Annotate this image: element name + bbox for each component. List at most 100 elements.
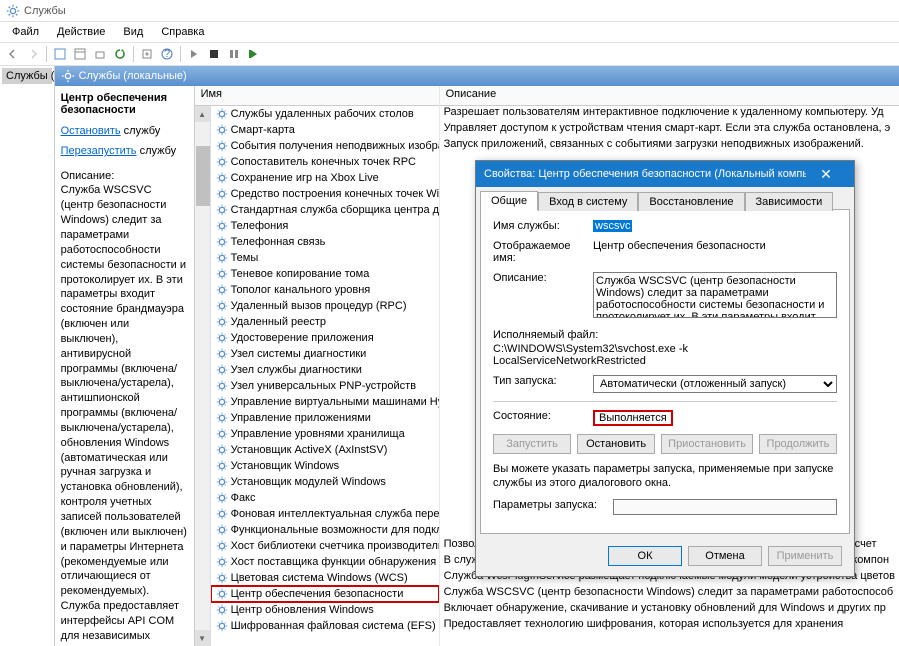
service-name: Хост поставщика функции обнаружения — [231, 556, 437, 568]
service-row[interactable]: Шифрованная файловая система (EFS) — [211, 618, 439, 634]
apply-button: Применить — [768, 546, 842, 566]
service-row[interactable]: Тополог канального уровня — [211, 282, 439, 298]
restart-button[interactable] — [245, 45, 263, 63]
cancel-button[interactable]: Отмена — [688, 546, 762, 566]
desc-column-header[interactable]: Описание — [440, 86, 899, 106]
service-name: События получения неподвижных изображен.… — [231, 140, 439, 152]
service-row[interactable]: Сопоставитель конечных точек RPC — [211, 154, 439, 170]
service-row[interactable]: Управление уровнями хранилища — [211, 426, 439, 442]
service-row[interactable]: Цветовая система Windows (WCS) — [211, 570, 439, 586]
service-row[interactable]: Стандартная служба сборщика центра диагн… — [211, 202, 439, 218]
service-row[interactable]: Службы удаленных рабочих столов — [211, 106, 439, 122]
dialog-tabs: Общие Вход в систему Восстановление Зави… — [476, 187, 854, 210]
svg-text:?: ? — [164, 48, 170, 60]
scroll-up-icon[interactable]: ▲ — [195, 106, 210, 122]
startup-label: Тип запуска: — [493, 375, 593, 387]
service-row[interactable]: Хост библиотеки счетчика производительно… — [211, 538, 439, 554]
service-row[interactable]: Управление приложениями — [211, 410, 439, 426]
scroll-thumb[interactable] — [196, 146, 210, 206]
service-row[interactable]: Хост поставщика функции обнаружения — [211, 554, 439, 570]
gear-icon — [215, 331, 229, 345]
gear-icon — [215, 347, 229, 361]
forward-button[interactable] — [24, 45, 42, 63]
tab-recovery[interactable]: Восстановление — [638, 192, 744, 211]
refresh-button[interactable] — [111, 45, 129, 63]
restart-link[interactable]: Перезапустить — [61, 145, 137, 157]
service-row[interactable]: Удостоверение приложения — [211, 330, 439, 346]
service-name: Установщик ActiveX (AxInstSV) — [231, 444, 388, 456]
dialog-title-bar[interactable]: Свойства: Центр обеспечения безопасности… — [476, 161, 854, 187]
play-button[interactable] — [185, 45, 203, 63]
pause-button[interactable] — [225, 45, 243, 63]
stop-button[interactable] — [205, 45, 223, 63]
service-name-value: wscsvc — [593, 220, 632, 232]
service-row[interactable]: Центр обеспечения безопасности — [211, 586, 439, 602]
toolbar-btn-1[interactable] — [51, 45, 69, 63]
gear-icon — [215, 475, 229, 489]
menu-view[interactable]: Вид — [115, 24, 151, 40]
service-row[interactable]: Узел универсальных PNP-устройств — [211, 378, 439, 394]
gear-icon — [215, 459, 229, 473]
gear-icon — [215, 251, 229, 265]
tree-root[interactable]: Службы (л — [2, 68, 52, 84]
service-row[interactable]: Теневое копирование тома — [211, 266, 439, 282]
description-textarea[interactable] — [593, 272, 837, 318]
gear-icon — [215, 267, 229, 281]
service-desc: Предоставляет технологию шифрования, кот… — [444, 618, 895, 634]
content-header: Службы (локальные) — [55, 66, 899, 86]
scroll-down-icon[interactable]: ▼ — [195, 630, 210, 646]
dialog-footer: ОК Отмена Применить — [476, 538, 854, 576]
service-row[interactable]: Установщик модулей Windows — [211, 474, 439, 490]
toolbar-btn-3[interactable] — [91, 45, 109, 63]
service-name: Управление уровнями хранилища — [231, 428, 405, 440]
tab-logon[interactable]: Вход в систему — [538, 192, 638, 211]
name-column: Имя ▲ ▼ Службы удаленных рабочих столовС… — [195, 86, 440, 646]
dialog-title: Свойства: Центр обеспечения безопасности… — [484, 168, 806, 180]
service-row[interactable]: Фоновая интеллектуальная служба передачи… — [211, 506, 439, 522]
ok-button[interactable]: ОК — [608, 546, 682, 566]
service-row[interactable]: Узел системы диагностики — [211, 346, 439, 362]
service-row[interactable]: Установщик ActiveX (AxInstSV) — [211, 442, 439, 458]
tab-general[interactable]: Общие — [480, 191, 538, 210]
menu-file[interactable]: Файл — [4, 24, 47, 40]
gear-icon — [215, 443, 229, 457]
toolbar-btn-2[interactable] — [71, 45, 89, 63]
list-scrollbar[interactable]: ▲ ▼ — [195, 106, 211, 646]
menu-action[interactable]: Действие — [49, 24, 113, 40]
service-row[interactable]: Темы — [211, 250, 439, 266]
service-row[interactable]: Телефония — [211, 218, 439, 234]
service-row[interactable]: Удаленный реестр — [211, 314, 439, 330]
service-name: Темы — [231, 252, 259, 264]
name-column-header[interactable]: Имя — [195, 86, 439, 106]
startup-select[interactable]: Автоматически (отложенный запуск) — [593, 375, 837, 393]
service-row[interactable]: Узел службы диагностики — [211, 362, 439, 378]
gear-icon — [215, 171, 229, 185]
stop-link[interactable]: Остановить — [61, 125, 121, 137]
service-row[interactable]: Сохранение игр на Xbox Live — [211, 170, 439, 186]
service-row[interactable]: Центр обновления Windows — [211, 602, 439, 618]
gear-icon — [215, 235, 229, 249]
service-row[interactable]: Телефонная связь — [211, 234, 439, 250]
stop-button[interactable]: Остановить — [577, 434, 655, 454]
service-name: Центр обновления Windows — [231, 604, 374, 616]
service-row[interactable]: Средство построения конечных точек Windo… — [211, 186, 439, 202]
service-row[interactable]: Факс — [211, 490, 439, 506]
service-row[interactable]: События получения неподвижных изображен.… — [211, 138, 439, 154]
service-row[interactable]: Удаленный вызов процедур (RPC) — [211, 298, 439, 314]
menu-help[interactable]: Справка — [153, 24, 212, 40]
back-button[interactable] — [4, 45, 22, 63]
gear-icon — [215, 603, 229, 617]
service-row[interactable]: Функциональные возможности для подключе.… — [211, 522, 439, 538]
export-button[interactable] — [138, 45, 156, 63]
service-name: Теневое копирование тома — [231, 268, 370, 280]
help-button[interactable]: ? — [158, 45, 176, 63]
close-button[interactable]: ✕ — [806, 161, 846, 187]
gear-icon — [215, 187, 229, 201]
display-name-value: Центр обеспечения безопасности — [593, 240, 837, 252]
service-row[interactable]: Установщик Windows — [211, 458, 439, 474]
service-row[interactable]: Управление виртуальными машинами Hyper-V — [211, 394, 439, 410]
tab-dependencies[interactable]: Зависимости — [745, 192, 834, 211]
resume-button: Продолжить — [759, 434, 837, 454]
service-row[interactable]: Смарт-карта — [211, 122, 439, 138]
service-name: Хост библиотеки счетчика производительно… — [231, 540, 439, 552]
